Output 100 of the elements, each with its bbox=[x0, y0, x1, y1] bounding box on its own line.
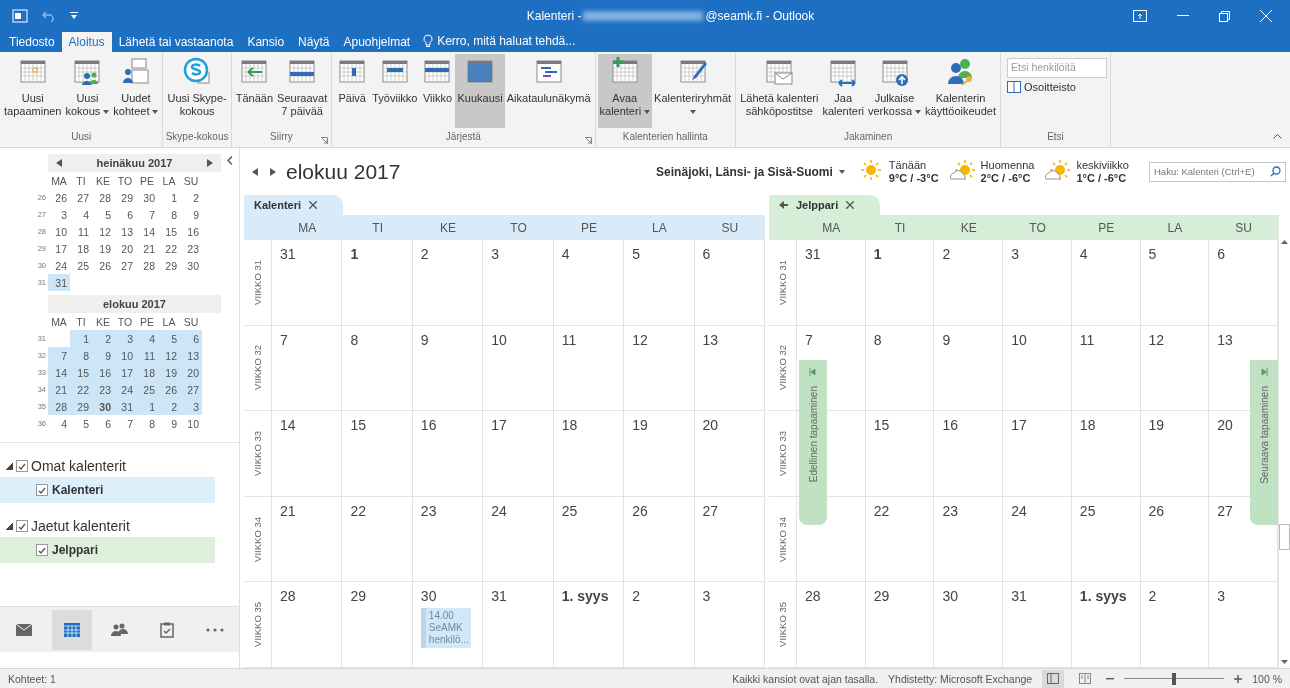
mini-calendar-day[interactable]: 23 bbox=[92, 381, 114, 398]
location-picker[interactable]: Seinäjoki, Länsi- ja Sisä-Suomi bbox=[656, 164, 845, 179]
mini-calendar-day[interactable]: 3 bbox=[114, 330, 136, 347]
checkbox[interactable] bbox=[16, 460, 28, 472]
previous-month-icon[interactable] bbox=[56, 159, 62, 167]
mini-calendar-day[interactable]: 28 bbox=[48, 398, 70, 415]
mini-calendar-day[interactable]: 8 bbox=[158, 206, 180, 223]
mini-calendar-day[interactable]: 19 bbox=[92, 240, 114, 257]
mini-calendar-day[interactable]: 15 bbox=[70, 364, 92, 381]
customize-icon[interactable] bbox=[70, 12, 78, 20]
dialog-launcher-icon[interactable] bbox=[321, 137, 329, 144]
mini-calendar-day[interactable]: 5 bbox=[158, 330, 180, 347]
ribbon-button[interactable]: Uudet kohteet bbox=[111, 54, 161, 128]
tell-me-field[interactable]: Kerro, mitä haluat tehdä... bbox=[437, 33, 576, 48]
mini-calendar-day[interactable]: 20 bbox=[180, 364, 202, 381]
checkbox[interactable] bbox=[16, 520, 28, 532]
mini-calendar-day[interactable]: 20 bbox=[114, 240, 136, 257]
mini-calendar-day[interactable]: 10 bbox=[114, 347, 136, 364]
ribbon-button[interactable]: Kalenteriryhmät bbox=[652, 54, 734, 128]
mini-calendar-day[interactable]: 8 bbox=[136, 415, 158, 432]
mini-calendar-day[interactable]: 13 bbox=[180, 347, 202, 364]
mini-calendar-day[interactable]: 3 bbox=[180, 398, 202, 415]
collapse-pane-icon[interactable] bbox=[227, 156, 233, 165]
menu-tab[interactable]: Kansio bbox=[240, 32, 292, 52]
mini-calendar-day[interactable]: 9 bbox=[92, 347, 114, 364]
mini-calendar-day[interactable]: 17 bbox=[114, 364, 136, 381]
ribbon-button[interactable]: Työviikko bbox=[370, 54, 420, 128]
mini-calendar-day[interactable]: 4 bbox=[70, 206, 92, 223]
mini-calendar-day[interactable]: 12 bbox=[158, 347, 180, 364]
mini-calendar-day[interactable]: 29 bbox=[114, 189, 136, 206]
checkbox[interactable] bbox=[36, 484, 48, 496]
mini-calendar-day[interactable]: 13 bbox=[114, 223, 136, 240]
mini-calendar-day[interactable]: 4 bbox=[136, 330, 158, 347]
address-book-button[interactable]: Osoitteisto bbox=[1002, 80, 1080, 94]
mini-calendar-day[interactable]: 14 bbox=[136, 223, 158, 240]
mini-calendar-day[interactable]: 3 bbox=[48, 206, 70, 223]
ribbon-button[interactable]: Seuraavat 7 päivää bbox=[275, 54, 330, 128]
menu-tab[interactable]: Tiedosto bbox=[2, 32, 62, 52]
expanded-arrow-icon[interactable] bbox=[6, 462, 13, 470]
mini-calendar-day[interactable]: 9 bbox=[180, 206, 202, 223]
mini-calendar-day[interactable]: 30 bbox=[180, 257, 202, 274]
restore-icon[interactable] bbox=[1219, 10, 1230, 22]
scroll-down-icon[interactable] bbox=[1281, 660, 1288, 664]
ribbon-button[interactable]: Uusi kokous bbox=[63, 54, 112, 128]
dialog-launcher-icon[interactable] bbox=[584, 137, 592, 144]
mini-calendar-day[interactable]: 7 bbox=[114, 415, 136, 432]
ribbon-button[interactable]: Aikataulunäkymä bbox=[504, 54, 593, 128]
mini-calendar-day[interactable]: 30 bbox=[136, 189, 158, 206]
mini-calendar-day[interactable]: 21 bbox=[136, 240, 158, 257]
ribbon-button[interactable]: Kalenterin käyttöoikeudet bbox=[923, 54, 998, 128]
ribbon-button[interactable]: Tänään bbox=[233, 54, 276, 128]
mini-calendar-day[interactable]: 26 bbox=[158, 381, 180, 398]
expanded-arrow-icon[interactable] bbox=[6, 522, 13, 530]
mini-calendar-day[interactable]: 2 bbox=[158, 398, 180, 415]
zoom-in-icon[interactable] bbox=[1234, 674, 1243, 683]
mini-calendar-day[interactable]: 10 bbox=[180, 415, 202, 432]
scrollbar-thumb[interactable] bbox=[1279, 524, 1290, 550]
mini-calendar-day[interactable]: 19 bbox=[158, 364, 180, 381]
mini-calendar-day[interactable]: 25 bbox=[70, 257, 92, 274]
mini-calendar-day[interactable]: 6 bbox=[114, 206, 136, 223]
ribbon-options-icon[interactable] bbox=[1133, 10, 1147, 22]
mini-calendar-day[interactable]: 27 bbox=[180, 381, 202, 398]
previous-appointment-tab[interactable]: Edellinen tapaaminen bbox=[799, 360, 827, 525]
mini-calendar-day[interactable]: 2 bbox=[180, 189, 202, 206]
calendar-tab[interactable]: Kalenteri bbox=[244, 195, 344, 215]
mini-calendar-day[interactable]: 9 bbox=[158, 415, 180, 432]
ribbon-button[interactable]: Julkaise verkossa bbox=[866, 54, 924, 128]
ribbon-button[interactable]: Uusi Skype- kokous bbox=[165, 54, 229, 128]
mini-calendar-day[interactable]: 16 bbox=[180, 223, 202, 240]
mini-calendar-day[interactable]: 5 bbox=[70, 415, 92, 432]
scrollbar[interactable] bbox=[1278, 215, 1290, 668]
mini-calendar-day[interactable]: 15 bbox=[158, 223, 180, 240]
mini-calendar-day[interactable]: 4 bbox=[48, 415, 70, 432]
previous-month-icon[interactable] bbox=[252, 167, 258, 176]
ribbon-button[interactable]: Lähetä kalenteri sähköpostitse bbox=[738, 54, 821, 128]
next-month-icon[interactable] bbox=[270, 167, 276, 176]
zoom-out-icon[interactable] bbox=[1106, 677, 1115, 680]
minimize-icon[interactable] bbox=[1177, 15, 1189, 17]
calendar-folder-item[interactable]: Kalenteri bbox=[0, 477, 215, 503]
mini-calendar-day[interactable]: 17 bbox=[48, 240, 70, 257]
nav-button[interactable] bbox=[51, 609, 92, 650]
mini-calendar-day[interactable]: 11 bbox=[70, 223, 92, 240]
mini-calendar-day[interactable]: 5 bbox=[92, 206, 114, 223]
mini-calendar-day[interactable]: 28 bbox=[136, 257, 158, 274]
mini-calendar-day[interactable]: 22 bbox=[70, 381, 92, 398]
mini-calendar-day[interactable]: 29 bbox=[158, 257, 180, 274]
mini-calendar-day[interactable]: 14 bbox=[48, 364, 70, 381]
mini-calendar-day[interactable]: 11 bbox=[136, 347, 158, 364]
mini-calendar-day[interactable]: 25 bbox=[136, 381, 158, 398]
next-month-icon[interactable] bbox=[207, 159, 213, 167]
menu-tab[interactable]: Aloitus bbox=[61, 32, 112, 52]
mini-calendar-day[interactable]: 28 bbox=[92, 189, 114, 206]
mini-calendar-day[interactable]: 31 bbox=[48, 274, 70, 291]
mini-calendar-day[interactable]: 18 bbox=[136, 364, 158, 381]
menu-tab[interactable]: Näytä bbox=[291, 32, 337, 52]
mini-calendar-day[interactable]: 27 bbox=[114, 257, 136, 274]
mini-calendar-day[interactable]: 29 bbox=[70, 398, 92, 415]
mini-calendar-day[interactable]: 22 bbox=[158, 240, 180, 257]
mini-calendar-day[interactable]: 1 bbox=[70, 330, 92, 347]
app-icon[interactable] bbox=[12, 8, 28, 24]
